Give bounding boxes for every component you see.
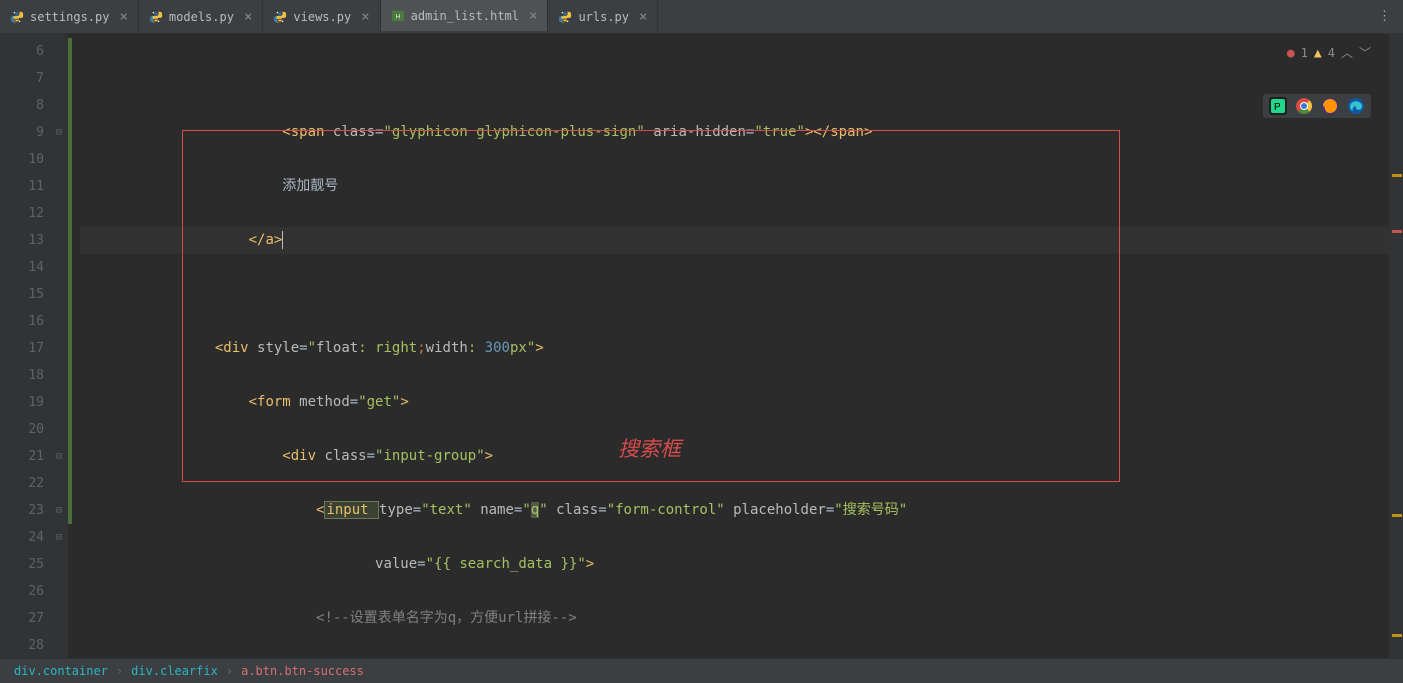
gutter: 6 7 8 9⊟ 10 11 12 13 14 15 16 17 18 19 2… <box>0 34 68 658</box>
fold-icon[interactable]: ⊟ <box>56 524 62 551</box>
tab-urls[interactable]: urls.py × <box>548 0 658 33</box>
line-number: 23⊟ <box>0 497 68 524</box>
line-number: 25 <box>0 551 68 578</box>
editor-tabs: settings.py × models.py × views.py × H a… <box>0 0 1403 34</box>
edge-icon[interactable] <box>1347 97 1365 115</box>
error-count: 1 <box>1301 40 1308 67</box>
chrome-icon[interactable] <box>1295 97 1313 115</box>
breadcrumb: div.container › div.clearfix › a.btn.btn… <box>0 658 1403 683</box>
code-editor[interactable]: <span class="glyphicon glyphicon-plus-si… <box>68 34 1389 658</box>
breadcrumb-item[interactable]: div.clearfix <box>131 664 218 678</box>
prev-highlight-icon[interactable]: ︿ <box>1341 40 1353 67</box>
chevron-right-icon: › <box>226 664 233 678</box>
line-number: 27 <box>0 605 68 632</box>
line-number: 6 <box>0 38 68 65</box>
line-number: 13 <box>0 227 68 254</box>
tab-label: admin_list.html <box>411 9 519 23</box>
line-number: 28 <box>0 632 68 659</box>
close-icon[interactable]: × <box>639 9 647 25</box>
line-number: 26 <box>0 578 68 605</box>
line-number: 9⊟ <box>0 119 68 146</box>
warning-mark[interactable] <box>1392 174 1402 177</box>
line-number: 8 <box>0 92 68 119</box>
tab-label: views.py <box>293 10 351 24</box>
tab-models[interactable]: models.py × <box>139 0 263 33</box>
pycharm-icon[interactable]: P <box>1269 97 1287 115</box>
close-icon[interactable]: × <box>244 9 252 25</box>
python-icon <box>558 10 572 24</box>
fold-icon[interactable]: ⊟ <box>56 497 62 524</box>
warning-mark[interactable] <box>1392 634 1402 637</box>
svg-text:H: H <box>395 13 399 20</box>
firefox-icon[interactable] <box>1321 97 1339 115</box>
error-stripe[interactable] <box>1389 34 1403 658</box>
fold-icon[interactable]: ⊟ <box>56 443 62 470</box>
breadcrumb-item[interactable]: div.container <box>14 664 108 678</box>
html-icon: H <box>391 9 405 23</box>
line-number: 11 <box>0 173 68 200</box>
tab-views[interactable]: views.py × <box>263 0 380 33</box>
more-icon[interactable]: ⋮ <box>1366 0 1403 33</box>
line-number: 10 <box>0 146 68 173</box>
warning-icon: ▲ <box>1314 40 1322 67</box>
python-icon <box>149 10 163 24</box>
error-mark[interactable] <box>1392 230 1402 233</box>
python-icon <box>10 10 24 24</box>
svg-text:P: P <box>1274 102 1281 113</box>
line-number: 19 <box>0 389 68 416</box>
line-number: 18 <box>0 362 68 389</box>
close-icon[interactable]: × <box>529 8 537 24</box>
line-number: 15 <box>0 281 68 308</box>
error-icon: ● <box>1287 40 1295 67</box>
line-number: 12 <box>0 200 68 227</box>
tab-label: models.py <box>169 10 234 24</box>
tab-label: urls.py <box>578 10 629 24</box>
warning-count: 4 <box>1328 40 1335 67</box>
chevron-right-icon: › <box>116 664 123 678</box>
line-number: 24⊟ <box>0 524 68 551</box>
line-number: 16 <box>0 308 68 335</box>
line-number: 7 <box>0 65 68 92</box>
vcs-change-marker <box>68 38 72 524</box>
python-icon <box>273 10 287 24</box>
annotation-label: 搜索框 <box>618 436 681 463</box>
line-number: 22 <box>0 470 68 497</box>
close-icon[interactable]: × <box>361 9 369 25</box>
line-number: 14 <box>0 254 68 281</box>
line-number: 21⊟ <box>0 443 68 470</box>
tab-admin-list[interactable]: H admin_list.html × <box>381 0 549 33</box>
text-caret <box>282 231 283 249</box>
tab-settings[interactable]: settings.py × <box>0 0 139 33</box>
breadcrumb-item[interactable]: a.btn.btn-success <box>241 664 364 678</box>
close-icon[interactable]: × <box>119 9 127 25</box>
tab-label: settings.py <box>30 10 109 24</box>
warning-mark[interactable] <box>1392 514 1402 517</box>
line-number: 20 <box>0 416 68 443</box>
browser-preview-icons: P <box>1263 94 1371 118</box>
next-highlight-icon[interactable]: ﹀ <box>1359 40 1371 67</box>
inspection-indicators[interactable]: ●1 ▲4 ︿ ﹀ <box>1287 40 1371 67</box>
editor-area: 6 7 8 9⊟ 10 11 12 13 14 15 16 17 18 19 2… <box>0 34 1403 658</box>
fold-icon[interactable]: ⊟ <box>56 119 62 146</box>
line-number: 17 <box>0 335 68 362</box>
